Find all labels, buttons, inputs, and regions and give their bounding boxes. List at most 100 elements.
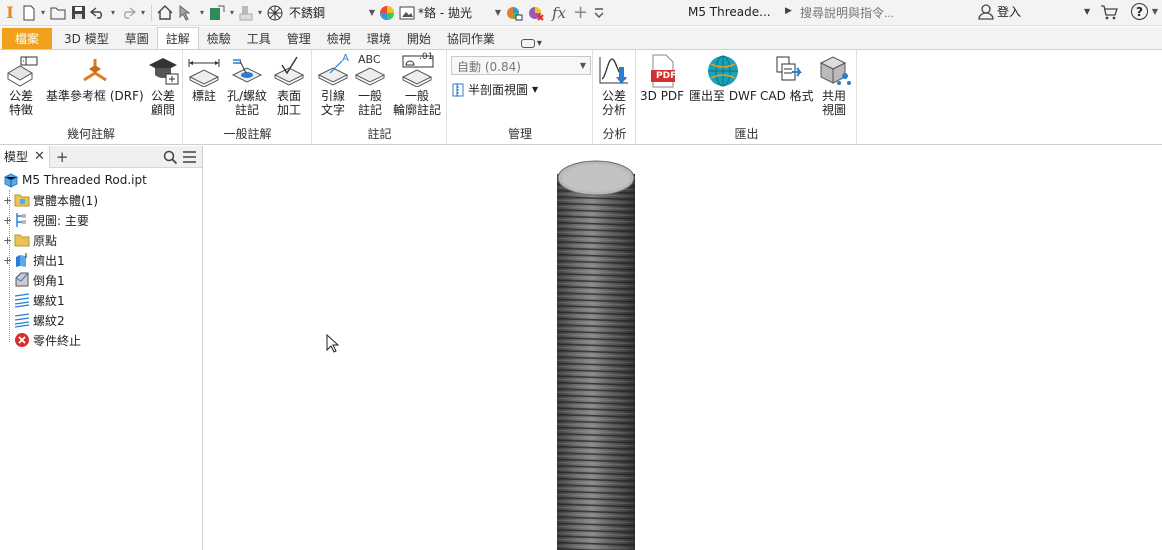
redo-icon[interactable] [118,2,138,24]
ipart-icon[interactable] [237,2,255,24]
close-icon[interactable]: ✕ [34,149,45,164]
add-browser-tab-icon[interactable]: + [56,148,69,166]
tab-3d-model[interactable]: 3D 模型 [56,28,117,49]
chevron-down-icon: ▼ [532,85,539,94]
appearance-value[interactable]: *鉻 - 拋光 [417,4,493,21]
plus-icon[interactable]: + [571,2,590,24]
tree-item-solid-bodies[interactable]: + 實體本體(1) [3,190,98,210]
surface-texture-button[interactable]: 表面 加工 [272,53,306,117]
half-section-view-button[interactable]: 半剖面視圖 ▼ [452,81,538,98]
home-icon[interactable] [155,2,175,24]
appearance-dropdown-caret[interactable]: ▼ [493,8,503,17]
expand-icon[interactable]: + [3,254,12,267]
search-arrow-icon[interactable]: ▶ [785,6,792,16]
panel-analysis: 公差 分析 分析 [594,50,636,144]
customize-qat-icon[interactable] [590,2,608,24]
new-file-icon[interactable] [20,2,38,24]
redo-dropdown-caret[interactable]: ▾ [138,8,148,17]
threaded-rod-model[interactable] [556,158,636,550]
expand-icon[interactable]: + [3,214,12,227]
tab-inspect[interactable]: 檢驗 [199,28,239,49]
tab-environments[interactable]: 環境 [359,28,399,49]
panel-notes: A 引線 文字 ABC 一般 註記 .01 一般 輪廓註記 註記 [313,50,447,144]
drf-button[interactable]: 基準參考框 (DRF) [46,53,144,103]
tab-manage[interactable]: 管理 [279,28,319,49]
ribbon-display-toggle[interactable]: ▾ [520,38,542,49]
material-ball-icon[interactable] [265,2,285,24]
annotation-style-select[interactable]: 自動 (0.84) ▼ [451,56,591,75]
tree-item-extrusion[interactable]: + 擠出1 [3,250,65,270]
extrude-icon [14,252,30,268]
chevron-down-icon: ▾ [536,38,542,49]
help-dropdown-caret[interactable]: ▼ [1150,7,1160,16]
cad-format-button[interactable]: CAD 格式 [760,53,814,103]
tree-item-part[interactable]: M5 Threaded Rod.ipt [3,170,147,190]
tolerance-feature-icon [4,53,38,89]
leader-text-icon: A [316,53,350,89]
tree-item-end-of-part[interactable]: 零件終止 [14,330,81,350]
expand-icon[interactable]: + [3,234,12,247]
dimension-button[interactable]: 標註 [187,53,221,103]
general-note-button[interactable]: ABC 一般 註記 [353,53,387,117]
tolerance-analysis-button[interactable]: 公差 分析 [597,53,631,117]
fx-icon[interactable]: fx [547,2,571,24]
adjust-appearance-icon[interactable] [503,2,525,24]
tab-annotate[interactable]: 註解 [156,27,199,49]
select-dropdown-caret[interactable]: ▾ [197,8,207,17]
account-dropdown-caret[interactable]: ▼ [1084,7,1090,16]
update-dropdown-caret[interactable]: ▾ [227,8,237,17]
undo-icon[interactable] [88,2,108,24]
appearance-icon[interactable] [397,2,417,24]
search-input[interactable] [798,3,973,22]
help-button[interactable]: ? ▼ [1131,3,1160,20]
hamburger-menu-icon[interactable] [182,150,197,167]
tab-sketch[interactable]: 草圖 [117,28,157,49]
tree-item-view[interactable]: + 視圖: 主要 [3,210,89,230]
profile-note-label: 一般 輪廓註記 [393,89,442,117]
material-value[interactable]: 不銹鋼 [285,4,367,21]
search-icon[interactable] [163,150,178,168]
ipart-dropdown-caret[interactable]: ▾ [255,8,265,17]
export-dwf-button[interactable]: 匯出至 DWF [689,53,757,103]
tree-item-thread-1[interactable]: 螺紋1 [14,290,65,310]
shared-view-button[interactable]: 共用 視圖 [817,53,851,117]
hole-thread-note-button[interactable]: 孔/螺紋 註記 [227,53,267,117]
profile-note-button[interactable]: .01 一般 輪廓註記 [393,52,442,117]
undo-dropdown-caret[interactable]: ▾ [108,8,118,17]
cart-icon[interactable] [1100,4,1118,23]
tree-item-origin[interactable]: + 原點 [3,230,57,250]
panel-title-manage: 管理 [507,127,532,141]
browser-tab-model[interactable]: 模型 ✕ [0,145,50,168]
tree-item-label: 實體本體(1) [33,193,98,208]
inventor-logo-icon[interactable]: I [0,2,20,24]
graphics-viewport[interactable] [204,146,1162,550]
open-folder-icon[interactable] [48,2,69,24]
tab-view[interactable]: 檢視 [319,28,359,49]
folder-icon [14,192,30,208]
select-mode-icon[interactable] [175,2,197,24]
expand-icon[interactable]: + [3,194,12,207]
update-icon[interactable] [207,2,227,24]
tree-item-chamfer[interactable]: 倒角1 [14,270,65,290]
graduation-cap-icon [146,53,180,89]
new-dropdown-caret[interactable]: ▾ [38,8,48,17]
separator [151,4,152,21]
tab-get-started[interactable]: 開始 [399,28,439,49]
3d-pdf-button[interactable]: PDF 3D PDF [640,53,684,103]
tolerance-feature-button[interactable]: 公差 特徵 [4,53,38,117]
pdf-icon: PDF [645,53,679,89]
save-icon[interactable] [69,2,88,24]
leader-text-button[interactable]: A 引線 文字 [316,53,350,117]
3d-pdf-label: 3D PDF [640,89,685,103]
material-dropdown-caret[interactable]: ▼ [367,8,377,17]
clear-appearance-icon[interactable] [525,2,547,24]
rod-threads [557,174,635,550]
color-wheel-icon[interactable] [377,2,397,24]
sign-in-button[interactable]: 登入 [978,3,1021,20]
tab-file[interactable]: 檔案 [2,28,53,49]
panel-general-annotation: 標註 孔/螺紋 註記 表面 加工 一般註解 [184,50,312,144]
tolerance-advisor-button[interactable]: 公差 顧問 [146,53,180,117]
tab-tools[interactable]: 工具 [239,28,279,49]
tab-collaborate[interactable]: 協同作業 [439,28,503,49]
tree-item-thread-2[interactable]: 螺紋2 [14,310,65,330]
